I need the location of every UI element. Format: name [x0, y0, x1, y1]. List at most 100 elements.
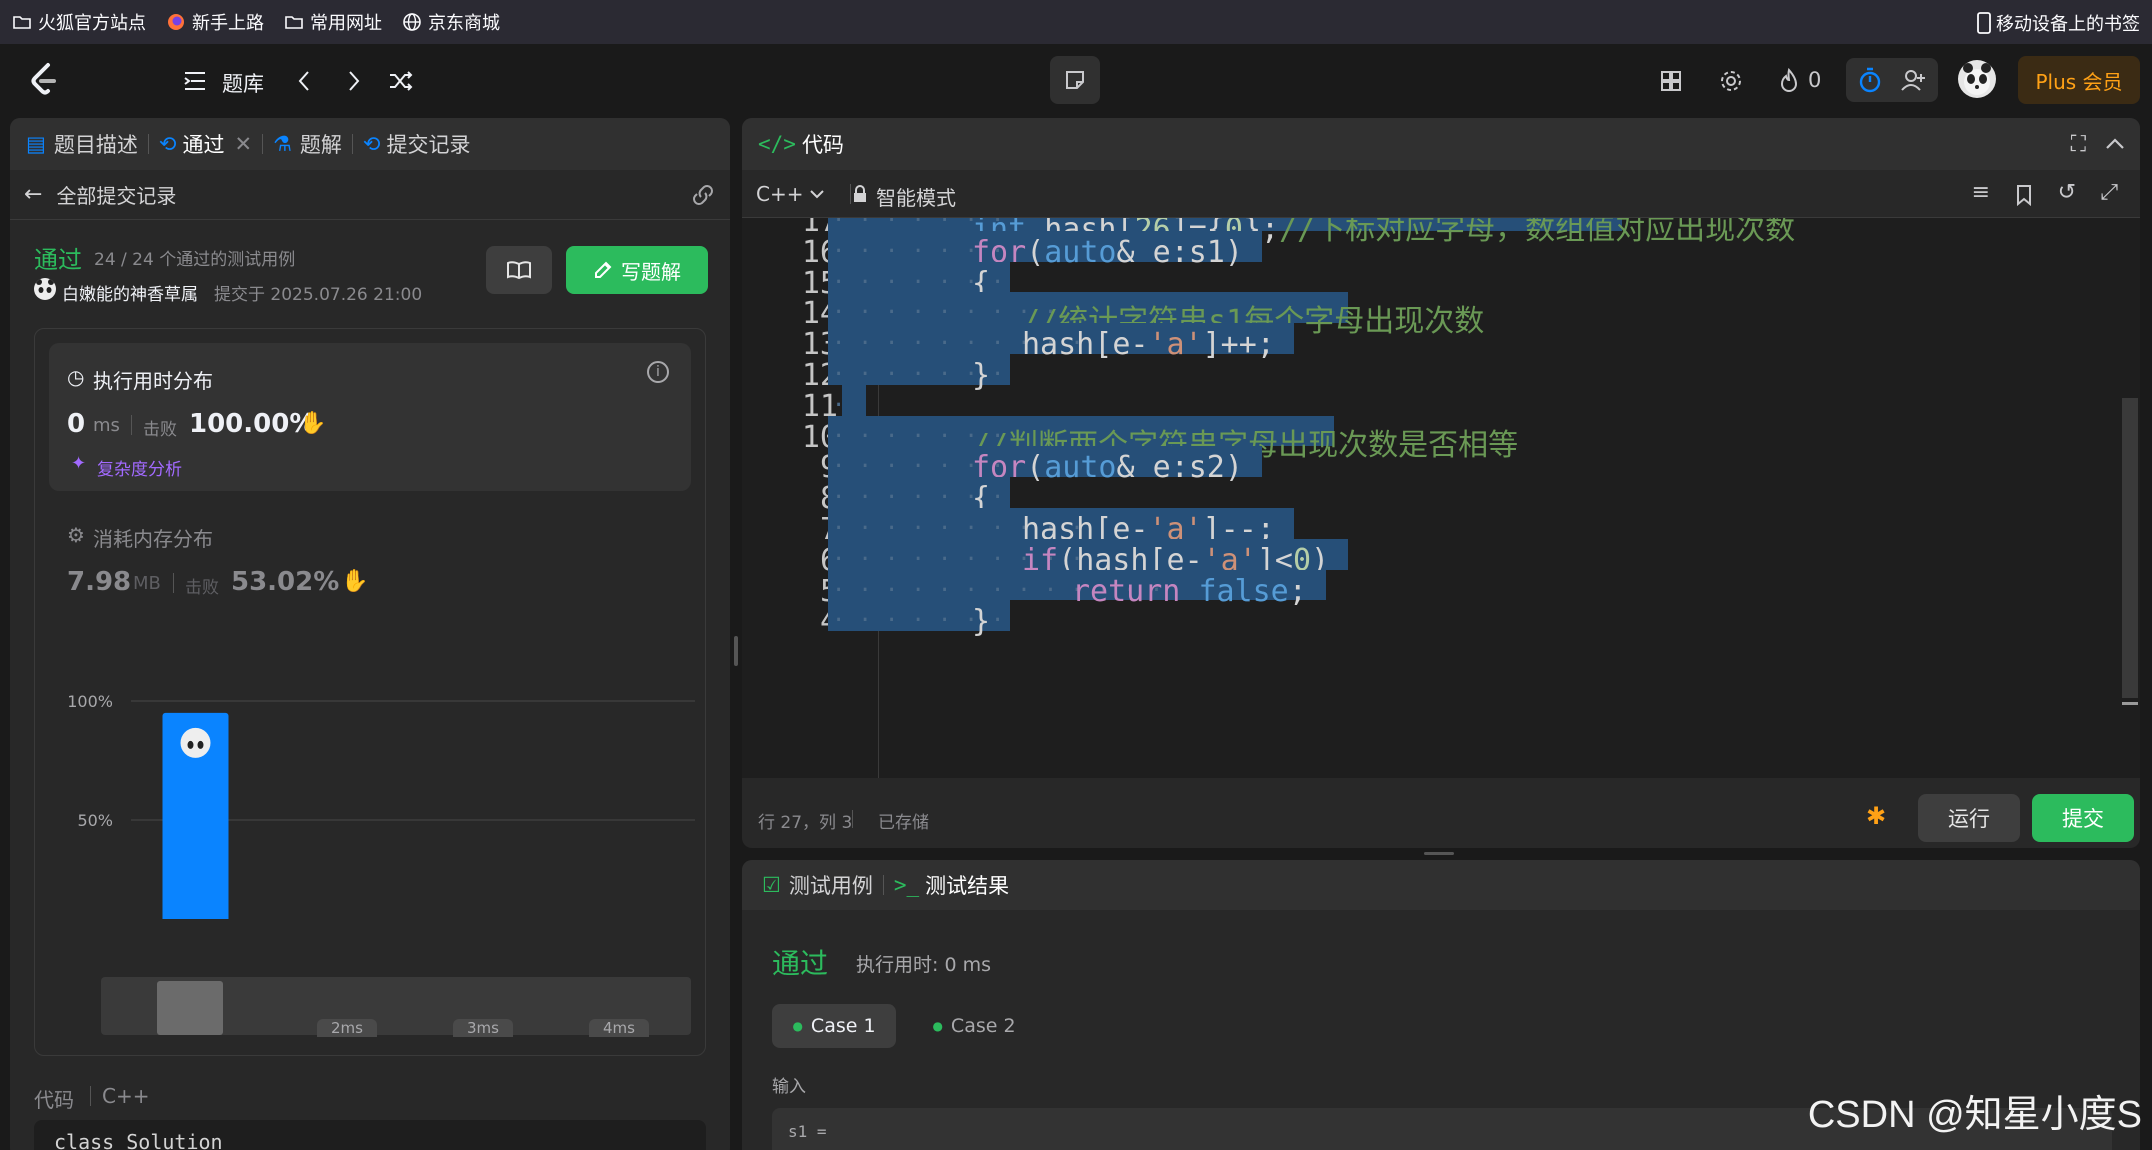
- range-slider[interactable]: 2ms 3ms 4ms: [101, 977, 691, 1037]
- fullscreen-icon[interactable]: ⛶: [2071, 132, 2086, 157]
- code-text: }: [972, 604, 991, 640]
- flame-icon[interactable]: [1774, 66, 1804, 96]
- settings-gear-icon[interactable]: [1716, 66, 1746, 96]
- globe-icon: [403, 13, 421, 31]
- runtime-beats: 100.00%: [189, 409, 316, 439]
- code-editor[interactable]: 17· · · · · · · int hash[26]={0};//下标对应字…: [742, 218, 2140, 778]
- info-icon[interactable]: i: [647, 361, 669, 383]
- memory-title: 消耗内存分布: [93, 527, 213, 551]
- runtime-value: 0: [67, 409, 86, 439]
- reset-icon[interactable]: ↺: [2058, 180, 2076, 205]
- bookmark-icon[interactable]: [2016, 184, 2032, 206]
- flask-icon: ⚗: [273, 132, 292, 156]
- slider-handle[interactable]: [157, 981, 223, 1035]
- checkbox-icon: ☑: [762, 873, 781, 897]
- vertical-resize-handle[interactable]: [734, 636, 738, 666]
- book-icon[interactable]: [486, 246, 552, 294]
- plus-membership-button[interactable]: Plus 会员: [2018, 56, 2140, 104]
- runtime-distribution-chart[interactable]: 100% 50% 0% 2ms3ms4ms: [35, 669, 707, 919]
- run-button[interactable]: 运行: [1918, 794, 2020, 842]
- expand-icon[interactable]: ⤢: [2100, 180, 2118, 205]
- mini-tick-label: 2ms: [317, 1019, 377, 1037]
- format-icon[interactable]: ≡: [1972, 180, 1990, 205]
- problem-list-link[interactable]: 题库: [222, 68, 264, 98]
- result-runtime: 执行用时: 0 ms: [856, 954, 991, 976]
- next-problem-icon[interactable]: [340, 66, 368, 96]
- tab-accepted[interactable]: 通过: [182, 129, 224, 159]
- indent-guides: ·: [832, 392, 859, 418]
- divider: [262, 134, 264, 154]
- back-arrow-icon[interactable]: ←: [24, 182, 42, 207]
- clock-icon: ◷: [67, 365, 85, 389]
- mini-tick-label: 4ms: [589, 1019, 649, 1037]
- chevron-down-icon: [810, 190, 825, 199]
- submit-button[interactable]: 提交: [2032, 794, 2134, 842]
- case-1-tab[interactable]: ● Case 1: [772, 1004, 896, 1048]
- case-2-tab[interactable]: ● Case 2: [912, 1004, 1036, 1048]
- firefox-icon: [168, 14, 184, 30]
- clap-icon: ✋: [341, 569, 369, 594]
- flame-count: 0: [1808, 68, 1822, 92]
- tab-solutions[interactable]: 题解: [300, 129, 342, 159]
- folder-icon: [13, 16, 31, 29]
- sparkle-icon: ✦: [71, 453, 87, 474]
- left-tabbar: ▤ 题目描述 ⟲ 通过 ✕ ⚗ 题解 ⟲ 提交记录: [10, 118, 730, 170]
- mobile-bookmarks[interactable]: 移动设备上的书签: [1976, 10, 2140, 36]
- divider: [882, 875, 884, 895]
- debug-bug-icon[interactable]: ✱: [1866, 802, 1886, 830]
- memory-unit: MB: [133, 573, 161, 594]
- phone-icon: [1977, 12, 1991, 34]
- all-submissions-link[interactable]: 全部提交记录: [56, 180, 176, 209]
- note-icon[interactable]: [1050, 56, 1100, 104]
- tab-description[interactable]: 题目描述: [54, 129, 138, 159]
- test-tabbar: ☑ 测试用例 >_ 测试结果: [742, 860, 2140, 910]
- shuffle-icon[interactable]: [386, 66, 416, 96]
- y-tick-label: 100%: [67, 692, 113, 711]
- submissions-header: ← 全部提交记录: [10, 170, 730, 220]
- runtime-title: 执行用时分布: [93, 369, 213, 393]
- link-icon[interactable]: [690, 184, 716, 206]
- bookmark-item[interactable]: 京东商城: [402, 9, 500, 35]
- edit-icon: [595, 261, 612, 278]
- csdn-watermark: CSDN @知星小度S: [1807, 1094, 2142, 1136]
- tab-test-result[interactable]: 测试结果: [925, 870, 1009, 900]
- editor-scrollbar[interactable]: [2122, 398, 2138, 698]
- terminal-icon: >_: [893, 873, 920, 897]
- bookmark-item[interactable]: 火狐官方站点: [12, 9, 146, 35]
- add-friend-icon[interactable]: [1896, 64, 1932, 96]
- prev-problem-icon[interactable]: [290, 66, 318, 96]
- submission-status: 通过: [34, 246, 82, 274]
- horizontal-resize-handle[interactable]: [1424, 852, 1454, 855]
- y-tick-label: 50%: [77, 811, 113, 830]
- complexity-analysis-link[interactable]: 复杂度分析: [97, 455, 182, 480]
- tab-code[interactable]: 代码: [802, 129, 844, 159]
- folder-icon: [285, 16, 303, 29]
- runtime-card[interactable]: ◷ 执行用时分布 i 0 ms 击败 100.00% ✋ ✦ 复杂度分析: [49, 343, 691, 491]
- memory-card[interactable]: ⚙ 消耗内存分布 7.98 MB 击败 53.02% ✋: [49, 505, 691, 615]
- clap-icon: ✋: [299, 411, 327, 436]
- tab-submissions[interactable]: 提交记录: [387, 129, 471, 159]
- bookmark-item[interactable]: 常用网址: [284, 9, 382, 35]
- layout-icon[interactable]: [1656, 66, 1686, 96]
- bookmark-item[interactable]: 新手上路: [166, 9, 264, 35]
- collapse-icon[interactable]: [2104, 134, 2126, 154]
- chart-bars: [162, 712, 229, 919]
- doc-icon: ▤: [26, 132, 46, 156]
- smart-mode-label[interactable]: 智能模式: [876, 182, 956, 211]
- close-icon[interactable]: ✕: [234, 132, 252, 156]
- leetcode-logo-icon[interactable]: [28, 62, 60, 98]
- cursor-position: 行 27，列 3: [758, 813, 853, 833]
- memory-value: 7.98: [67, 567, 132, 597]
- language-label: C++: [756, 182, 804, 206]
- username[interactable]: 白嫩能的神香草属: [62, 280, 198, 305]
- saved-status: 已存储: [878, 813, 929, 833]
- left-panel: ▤ 题目描述 ⟲ 通过 ✕ ⚗ 题解 ⟲ 提交记录 ← 全部提交记录 通过 24…: [10, 118, 730, 1150]
- tab-testcases[interactable]: 测试用例: [789, 870, 873, 900]
- language-select[interactable]: C++: [756, 182, 825, 206]
- timer-icon[interactable]: [1852, 64, 1888, 96]
- code-line: 4· · · · · · · }: [742, 600, 2140, 642]
- avatar[interactable]: [1958, 60, 1996, 98]
- list-icon[interactable]: [180, 66, 210, 96]
- beats-label: 击败: [185, 578, 219, 598]
- write-solution-button[interactable]: 写题解: [566, 246, 708, 294]
